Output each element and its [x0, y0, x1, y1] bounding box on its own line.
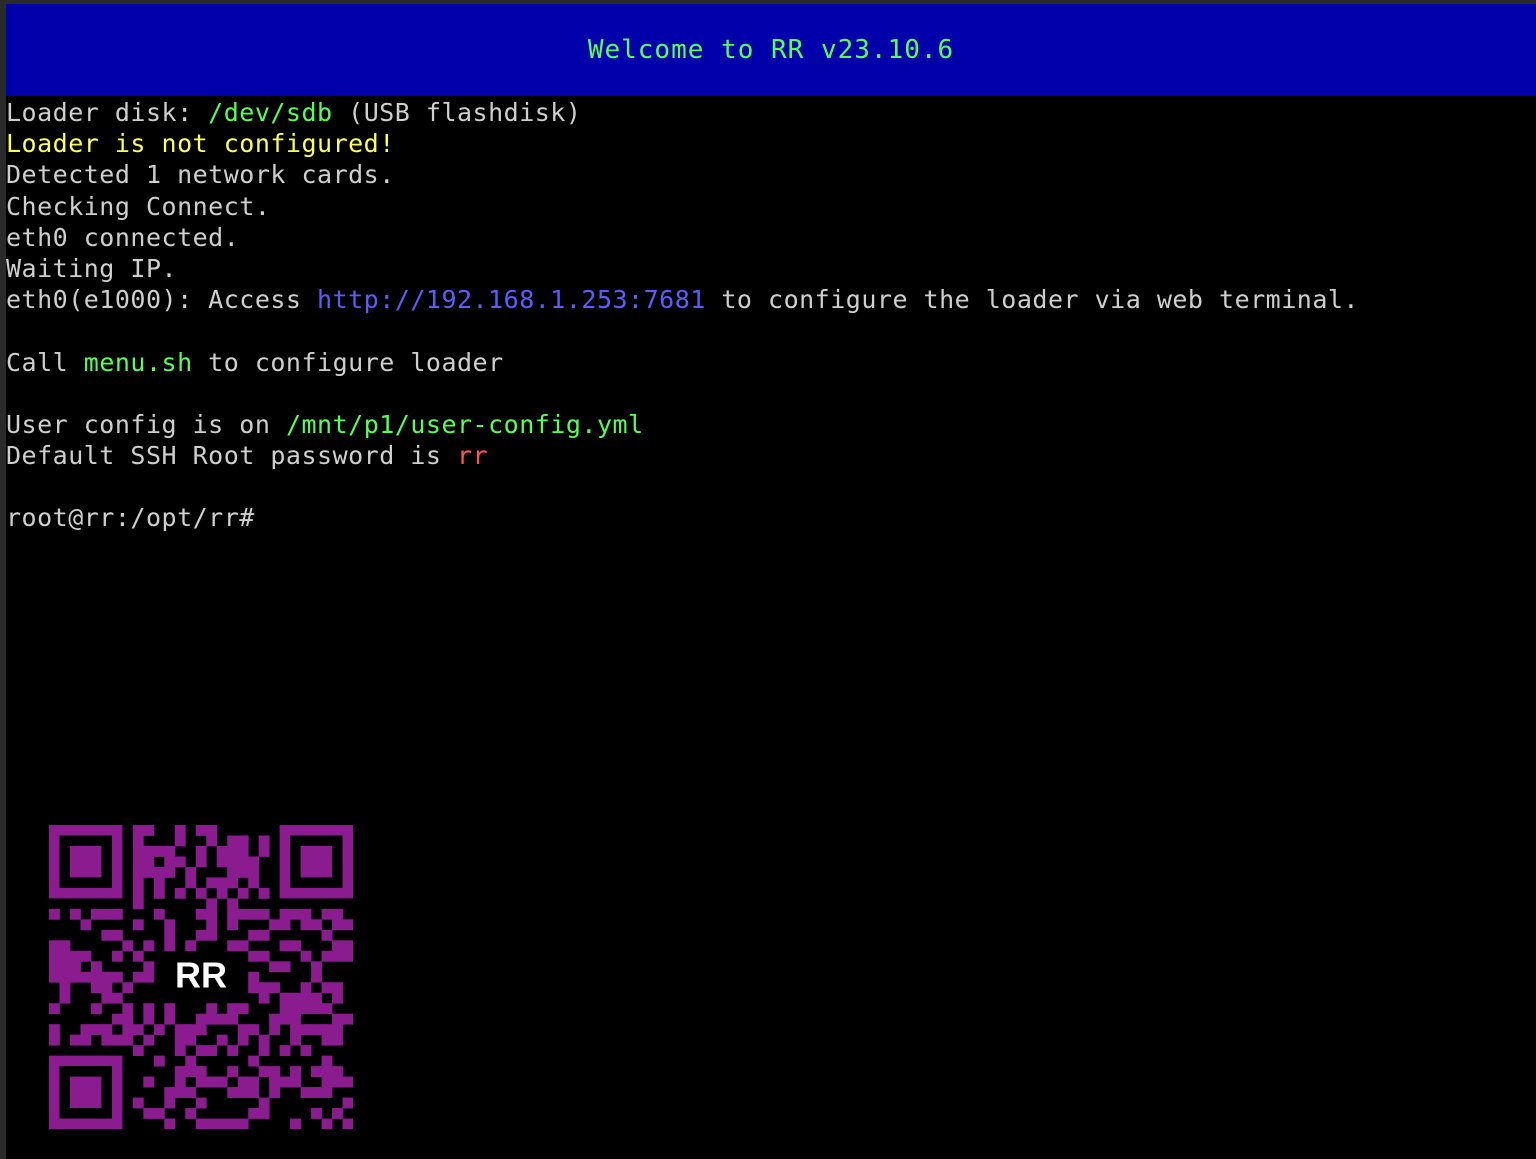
- terminal-line: Checking Connect.: [6, 191, 1536, 222]
- terminal-line: Call menu.sh to configure loader: [6, 347, 1536, 378]
- terminal-line: Default SSH Root password is rr: [6, 440, 1536, 471]
- terminal-text: Detected 1 network cards.: [6, 160, 395, 190]
- welcome-header: Welcome to RR v23.10.6: [6, 4, 1536, 96]
- terminal-text: Checking Connect.: [6, 191, 271, 221]
- terminal-text: Call: [6, 347, 84, 377]
- qr-code-icon: RR: [49, 825, 353, 1129]
- terminal-line: User config is on /mnt/p1/user-config.ym…: [6, 409, 1536, 440]
- terminal-text: Loader disk:: [6, 98, 209, 127]
- terminal-text: /dev/sdb: [208, 98, 333, 127]
- terminal-line: eth0(e1000): Access http://192.168.1.253…: [6, 284, 1536, 315]
- qr-logo-text: RR: [175, 955, 227, 996]
- terminal-text: (USB flashdisk): [332, 98, 582, 127]
- terminal-text: Default SSH Root password is: [6, 441, 457, 471]
- shell-prompt[interactable]: root@rr:/opt/rr#: [6, 502, 1536, 533]
- terminal-line: eth0 connected.: [6, 222, 1536, 253]
- terminal-text: eth0 connected.: [6, 222, 240, 252]
- terminal-text: menu.sh: [83, 347, 193, 377]
- terminal-text: /mnt/p1/user-config.yml: [285, 409, 644, 439]
- terminal-text: eth0(e1000): Access: [6, 285, 318, 315]
- terminal-text: to configure loader: [192, 347, 504, 377]
- terminal-console[interactable]: Welcome to RR v23.10.6 Loader disk: /dev…: [6, 4, 1536, 1159]
- terminal-text: Waiting IP.: [6, 253, 178, 283]
- terminal-text: rr: [457, 441, 489, 471]
- terminal-line: Loader disk: /dev/sdb (USB flashdisk): [6, 97, 1536, 128]
- header-title: Welcome to RR v23.10.6: [587, 35, 955, 65]
- terminal-line: Detected 1 network cards.: [6, 159, 1536, 190]
- terminal-text: root@rr:/opt/rr#: [6, 503, 255, 533]
- terminal-output: Loader disk: /dev/sdb (USB flashdisk) Loa…: [6, 97, 1536, 534]
- terminal-line: Waiting IP.: [6, 253, 1536, 284]
- terminal-text: User config is on: [6, 409, 286, 439]
- terminal-text: to configure the loader via web terminal…: [705, 285, 1359, 315]
- web-terminal-link[interactable]: http://192.168.1.253:7681: [317, 285, 706, 314]
- terminal-line: Loader is not configured!: [6, 128, 1536, 159]
- terminal-text: Loader is not configured!: [6, 129, 395, 159]
